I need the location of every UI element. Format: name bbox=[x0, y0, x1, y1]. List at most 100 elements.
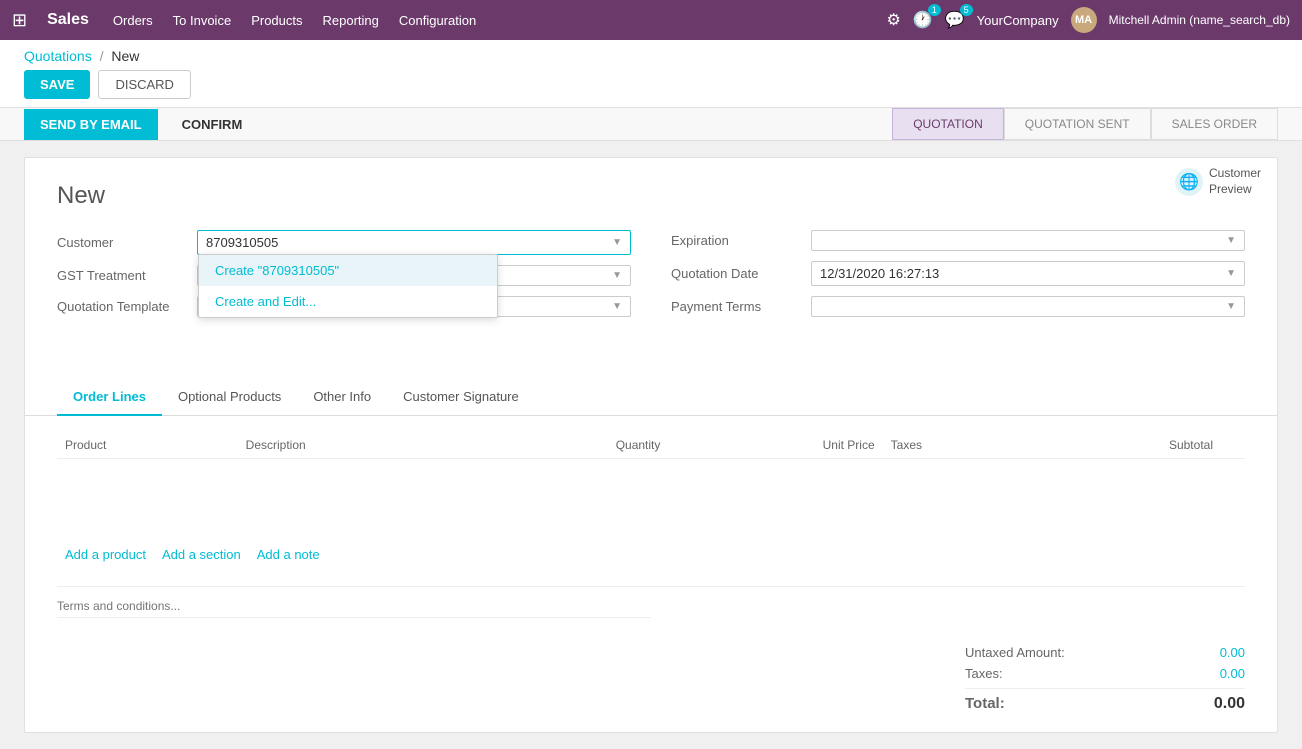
top-menu: Orders To Invoice Products Reporting Con… bbox=[113, 13, 871, 28]
gst-treatment-label: GST Treatment bbox=[57, 268, 197, 283]
add-product-link[interactable]: Add a product bbox=[65, 547, 146, 562]
status-steps: QUOTATION QUOTATION SENT SALES ORDER bbox=[892, 108, 1278, 140]
customer-input[interactable]: 8709310505 ▼ Create "8709310505" Create … bbox=[197, 230, 631, 255]
totals-section: Untaxed Amount: 0.00 Taxes: 0.00 Total: … bbox=[25, 634, 1277, 732]
col-quantity: Quantity bbox=[477, 432, 668, 459]
customer-label: Customer bbox=[57, 235, 197, 250]
qt-dropdown-arrow: ▼ bbox=[612, 301, 622, 312]
dropdown-create-edit[interactable]: Create and Edit... bbox=[199, 286, 497, 317]
dropdown-create-customer[interactable]: Create "8709310505" bbox=[199, 255, 497, 286]
col-unit-price: Unit Price bbox=[668, 432, 882, 459]
untaxed-label: Untaxed Amount: bbox=[965, 645, 1065, 660]
app-brand[interactable]: Sales bbox=[47, 11, 89, 29]
form-fields-right: Expiration ▼ Quotation Date 12/31/2020 1… bbox=[671, 230, 1245, 327]
quotation-date-field-row: Quotation Date 12/31/2020 16:27:13 ▼ bbox=[671, 261, 1245, 286]
expiration-field-row: Expiration ▼ bbox=[671, 230, 1245, 251]
quotation-date-input[interactable]: 12/31/2020 16:27:13 ▼ bbox=[811, 261, 1245, 286]
breadcrumb-parent[interactable]: Quotations bbox=[24, 48, 92, 64]
payment-terms-field-row: Payment Terms ▼ bbox=[671, 296, 1245, 317]
settings-icon[interactable]: ⚙ bbox=[886, 10, 900, 30]
menu-configuration[interactable]: Configuration bbox=[399, 13, 476, 28]
col-actions bbox=[1221, 432, 1245, 459]
top-navigation: ⊞ Sales Orders To Invoice Products Repor… bbox=[0, 0, 1302, 40]
menu-orders[interactable]: Orders bbox=[113, 13, 153, 28]
order-table: Product Description Quantity Unit Price … bbox=[57, 432, 1245, 539]
quotation-date-value: 12/31/2020 16:27:13 bbox=[820, 266, 939, 281]
table-section: Product Description Quantity Unit Price … bbox=[25, 416, 1277, 586]
activity-badge: 1 bbox=[928, 4, 941, 16]
add-note-link[interactable]: Add a note bbox=[257, 547, 320, 562]
company-name: YourCompany bbox=[977, 13, 1059, 28]
total-value: 0.00 bbox=[1214, 695, 1245, 713]
status-bar: SEND BY EMAIL CONFIRM QUOTATION QUOTATIO… bbox=[0, 108, 1302, 141]
totals-taxes-row: Taxes: 0.00 bbox=[965, 663, 1245, 684]
customer-value: 8709310505 bbox=[206, 235, 278, 250]
taxes-label: Taxes: bbox=[965, 666, 1003, 681]
customer-preview-label: Customer Preview bbox=[1209, 166, 1261, 197]
create-edit-link[interactable]: Create and Edit... bbox=[215, 294, 316, 309]
totals-untaxed-row: Untaxed Amount: 0.00 bbox=[965, 642, 1245, 663]
pt-dropdown-arrow: ▼ bbox=[1226, 301, 1236, 312]
main-content: 🌐 Customer Preview New Customer 87093105… bbox=[0, 141, 1302, 749]
user-avatar[interactable]: MA bbox=[1071, 7, 1097, 33]
qd-dropdown-arrow: ▼ bbox=[1226, 268, 1236, 279]
activity-icon[interactable]: 🕐 1 bbox=[913, 10, 933, 30]
breadcrumb-current: New bbox=[111, 48, 139, 64]
menu-products[interactable]: Products bbox=[251, 13, 302, 28]
untaxed-value: 0.00 bbox=[1220, 645, 1245, 660]
terms-section bbox=[25, 587, 1277, 634]
breadcrumb-separator: / bbox=[100, 48, 104, 64]
customer-dropdown: Create "8709310505" Create and Edit... bbox=[198, 254, 498, 318]
confirm-button[interactable]: CONFIRM bbox=[166, 109, 259, 140]
empty-table-row bbox=[57, 459, 1245, 539]
app-grid-icon[interactable]: ⊞ bbox=[12, 10, 27, 31]
page-header: Quotations / New SAVE DISCARD bbox=[0, 40, 1302, 108]
customer-field-row: Customer 8709310505 ▼ Create "8709310505… bbox=[57, 230, 631, 255]
tab-other-info[interactable]: Other Info bbox=[297, 379, 387, 416]
status-step-quotation-sent[interactable]: QUOTATION SENT bbox=[1004, 108, 1151, 140]
quotation-date-label: Quotation Date bbox=[671, 266, 811, 281]
col-subtotal: Subtotal bbox=[1032, 432, 1221, 459]
tabs: Order Lines Optional Products Other Info… bbox=[25, 379, 1277, 416]
create-customer-link[interactable]: Create "8709310505" bbox=[215, 263, 339, 278]
terms-input[interactable] bbox=[57, 595, 651, 618]
tab-customer-signature[interactable]: Customer Signature bbox=[387, 379, 535, 416]
expiration-label: Expiration bbox=[671, 233, 811, 248]
tab-order-lines[interactable]: Order Lines bbox=[57, 379, 162, 416]
status-step-sales-order[interactable]: SALES ORDER bbox=[1151, 108, 1278, 140]
total-label: Total: bbox=[965, 695, 1005, 713]
discard-button[interactable]: DISCARD bbox=[98, 70, 191, 99]
top-right-area: ⚙ 🕐 1 💬 5 YourCompany MA Mitchell Admin … bbox=[886, 7, 1290, 33]
totals-final-row: Total: 0.00 bbox=[965, 688, 1245, 716]
col-taxes: Taxes bbox=[883, 432, 1032, 459]
payment-terms-input[interactable]: ▼ bbox=[811, 296, 1245, 317]
payment-terms-label: Payment Terms bbox=[671, 299, 811, 314]
menu-reporting[interactable]: Reporting bbox=[323, 13, 379, 28]
save-button[interactable]: SAVE bbox=[24, 70, 90, 99]
exp-dropdown-arrow: ▼ bbox=[1226, 235, 1236, 246]
form-title: New bbox=[57, 182, 1245, 210]
add-section-link[interactable]: Add a section bbox=[162, 547, 241, 562]
totals-table: Untaxed Amount: 0.00 Taxes: 0.00 Total: … bbox=[965, 642, 1245, 716]
status-step-quotation[interactable]: QUOTATION bbox=[892, 108, 1004, 140]
action-buttons: SAVE DISCARD bbox=[24, 70, 1278, 107]
gst-dropdown-arrow: ▼ bbox=[612, 270, 622, 281]
table-actions: Add a product Add a section Add a note bbox=[57, 539, 1245, 570]
col-description: Description bbox=[238, 432, 478, 459]
menu-to-invoice[interactable]: To Invoice bbox=[173, 13, 232, 28]
form-inner: New Customer 8709310505 ▼ C bbox=[25, 158, 1277, 371]
taxes-value: 0.00 bbox=[1220, 666, 1245, 681]
expiration-input[interactable]: ▼ bbox=[811, 230, 1245, 251]
customer-preview[interactable]: 🌐 Customer Preview bbox=[1175, 166, 1261, 197]
tab-optional-products[interactable]: Optional Products bbox=[162, 379, 297, 416]
user-name: Mitchell Admin (name_search_db) bbox=[1109, 13, 1290, 27]
col-product: Product bbox=[57, 432, 238, 459]
breadcrumb: Quotations / New bbox=[24, 48, 1278, 64]
form-fields-left: Customer 8709310505 ▼ Create "8709310505… bbox=[57, 230, 631, 327]
form-fields: Customer 8709310505 ▼ Create "8709310505… bbox=[57, 230, 1245, 327]
globe-icon: 🌐 bbox=[1175, 168, 1203, 196]
messages-icon[interactable]: 💬 5 bbox=[945, 10, 965, 30]
quotation-template-label: Quotation Template bbox=[57, 299, 197, 314]
form-card: 🌐 Customer Preview New Customer 87093105… bbox=[24, 157, 1278, 733]
send-by-email-button[interactable]: SEND BY EMAIL bbox=[24, 109, 158, 140]
